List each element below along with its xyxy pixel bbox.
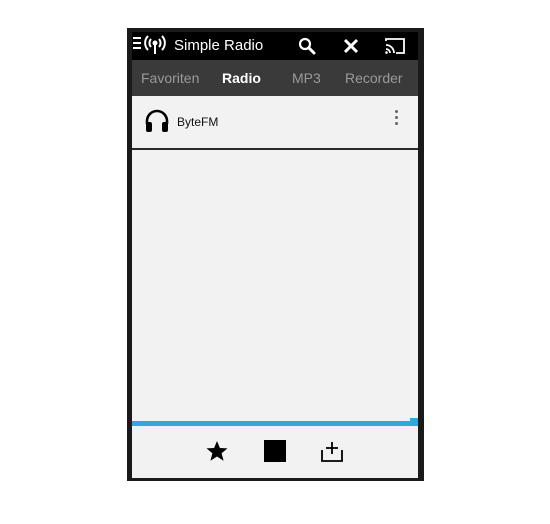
player-controls: [132, 426, 418, 478]
list-item[interactable]: ByteFM: [132, 96, 418, 148]
cast-icon[interactable]: [383, 34, 407, 58]
radio-antenna-icon[interactable]: [144, 34, 166, 56]
tab-favoriten[interactable]: Favoriten: [141, 70, 199, 86]
menu-icon[interactable]: [133, 37, 142, 51]
add-to-queue-icon[interactable]: [319, 438, 345, 464]
app-screen: Simple Radio Favoriten Radio MP3 Recorde…: [132, 32, 418, 478]
stop-icon[interactable]: [262, 438, 288, 464]
overflow-menu-icon[interactable]: [392, 110, 400, 128]
close-icon[interactable]: [339, 34, 363, 58]
tab-recorder[interactable]: Recorder: [345, 70, 403, 86]
divider: [132, 148, 418, 150]
tab-mp3[interactable]: MP3: [292, 70, 321, 86]
action-bar: Simple Radio: [132, 32, 418, 60]
headphones-icon: [145, 109, 169, 132]
tab-bar: Favoriten Radio MP3 Recorder: [132, 60, 418, 96]
search-icon[interactable]: [295, 34, 319, 58]
station-name: ByteFM: [177, 115, 219, 129]
phone-frame: Simple Radio Favoriten Radio MP3 Recorde…: [127, 28, 424, 481]
app-title: Simple Radio: [174, 37, 264, 54]
tab-radio[interactable]: Radio: [222, 70, 261, 86]
star-icon[interactable]: [204, 438, 230, 464]
